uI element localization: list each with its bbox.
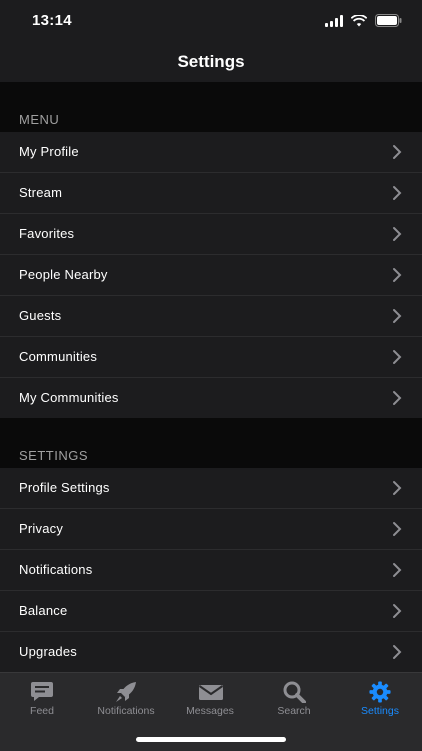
chevron-right-icon bbox=[393, 145, 402, 159]
settings-item-label: Profile Settings bbox=[19, 480, 110, 495]
tab-label: Messages bbox=[186, 705, 234, 717]
magnifier-icon bbox=[283, 681, 306, 703]
chevron-right-icon bbox=[393, 268, 402, 282]
section-header-settings: SETTINGS bbox=[0, 418, 422, 468]
chevron-right-icon bbox=[393, 563, 402, 577]
battery-icon bbox=[375, 14, 402, 27]
gear-icon bbox=[369, 681, 391, 703]
settings-item-label: Upgrades bbox=[19, 644, 77, 659]
chevron-right-icon bbox=[393, 186, 402, 200]
rocket-icon bbox=[116, 682, 136, 702]
menu-item-label: Guests bbox=[19, 308, 62, 323]
chevron-right-icon bbox=[393, 309, 402, 323]
status-bar: 13:14 bbox=[0, 0, 422, 44]
menu-item-favorites[interactable]: Favorites bbox=[0, 214, 422, 255]
home-indicator bbox=[136, 737, 286, 742]
menu-item-label: People Nearby bbox=[19, 267, 108, 282]
status-time: 13:14 bbox=[32, 12, 72, 29]
menu-item-label: Stream bbox=[19, 185, 63, 200]
settings-item-privacy[interactable]: Privacy bbox=[0, 509, 422, 550]
chevron-right-icon bbox=[393, 481, 402, 495]
tab-feed[interactable]: Feed bbox=[0, 673, 84, 733]
menu-item-guests[interactable]: Guests bbox=[0, 296, 422, 337]
menu-item-label: My Communities bbox=[19, 390, 119, 405]
chat-bubble-icon bbox=[31, 682, 53, 701]
tab-label: Feed bbox=[30, 705, 54, 717]
tab-label: Settings bbox=[361, 705, 399, 717]
wifi-icon bbox=[351, 14, 367, 26]
envelope-icon bbox=[198, 685, 224, 700]
tab-label: Notifications bbox=[97, 705, 155, 717]
cellular-signal-icon bbox=[325, 14, 343, 27]
tab-settings[interactable]: Settings bbox=[338, 673, 422, 733]
tab-search[interactable]: Search bbox=[252, 673, 336, 733]
settings-item-label: Notifications bbox=[19, 562, 93, 577]
tab-notifications[interactable]: Notifications bbox=[84, 673, 168, 733]
chevron-right-icon bbox=[393, 227, 402, 241]
tab-label: Search bbox=[277, 705, 311, 717]
section-header-menu: MENU bbox=[0, 82, 422, 132]
section-header-label: MENU bbox=[19, 112, 60, 127]
menu-item-my-profile[interactable]: My Profile bbox=[0, 132, 422, 173]
menu-item-stream[interactable]: Stream bbox=[0, 173, 422, 214]
settings-item-label: Privacy bbox=[19, 521, 64, 536]
menu-item-label: Communities bbox=[19, 349, 98, 364]
menu-item-people-nearby[interactable]: People Nearby bbox=[0, 255, 422, 296]
settings-item-notifications[interactable]: Notifications bbox=[0, 550, 422, 591]
tab-messages[interactable]: Messages bbox=[168, 673, 252, 733]
menu-item-my-communities[interactable]: My Communities bbox=[0, 378, 422, 418]
chevron-right-icon bbox=[393, 604, 402, 618]
chevron-right-icon bbox=[393, 645, 402, 659]
menu-item-label: My Profile bbox=[19, 144, 79, 159]
status-icons bbox=[325, 14, 402, 27]
chevron-right-icon bbox=[393, 391, 402, 405]
chevron-right-icon bbox=[393, 350, 402, 364]
chevron-right-icon bbox=[393, 522, 402, 536]
menu-item-communities[interactable]: Communities bbox=[0, 337, 422, 378]
navigation-bar: Settings bbox=[0, 44, 422, 82]
page-title: Settings bbox=[177, 52, 245, 71]
settings-item-label: Balance bbox=[19, 603, 68, 618]
section-header-label: SETTINGS bbox=[19, 448, 89, 463]
settings-item-profile-settings[interactable]: Profile Settings bbox=[0, 468, 422, 509]
settings-item-balance[interactable]: Balance bbox=[0, 591, 422, 632]
settings-item-upgrades[interactable]: Upgrades bbox=[0, 632, 422, 672]
menu-item-label: Favorites bbox=[19, 226, 75, 241]
